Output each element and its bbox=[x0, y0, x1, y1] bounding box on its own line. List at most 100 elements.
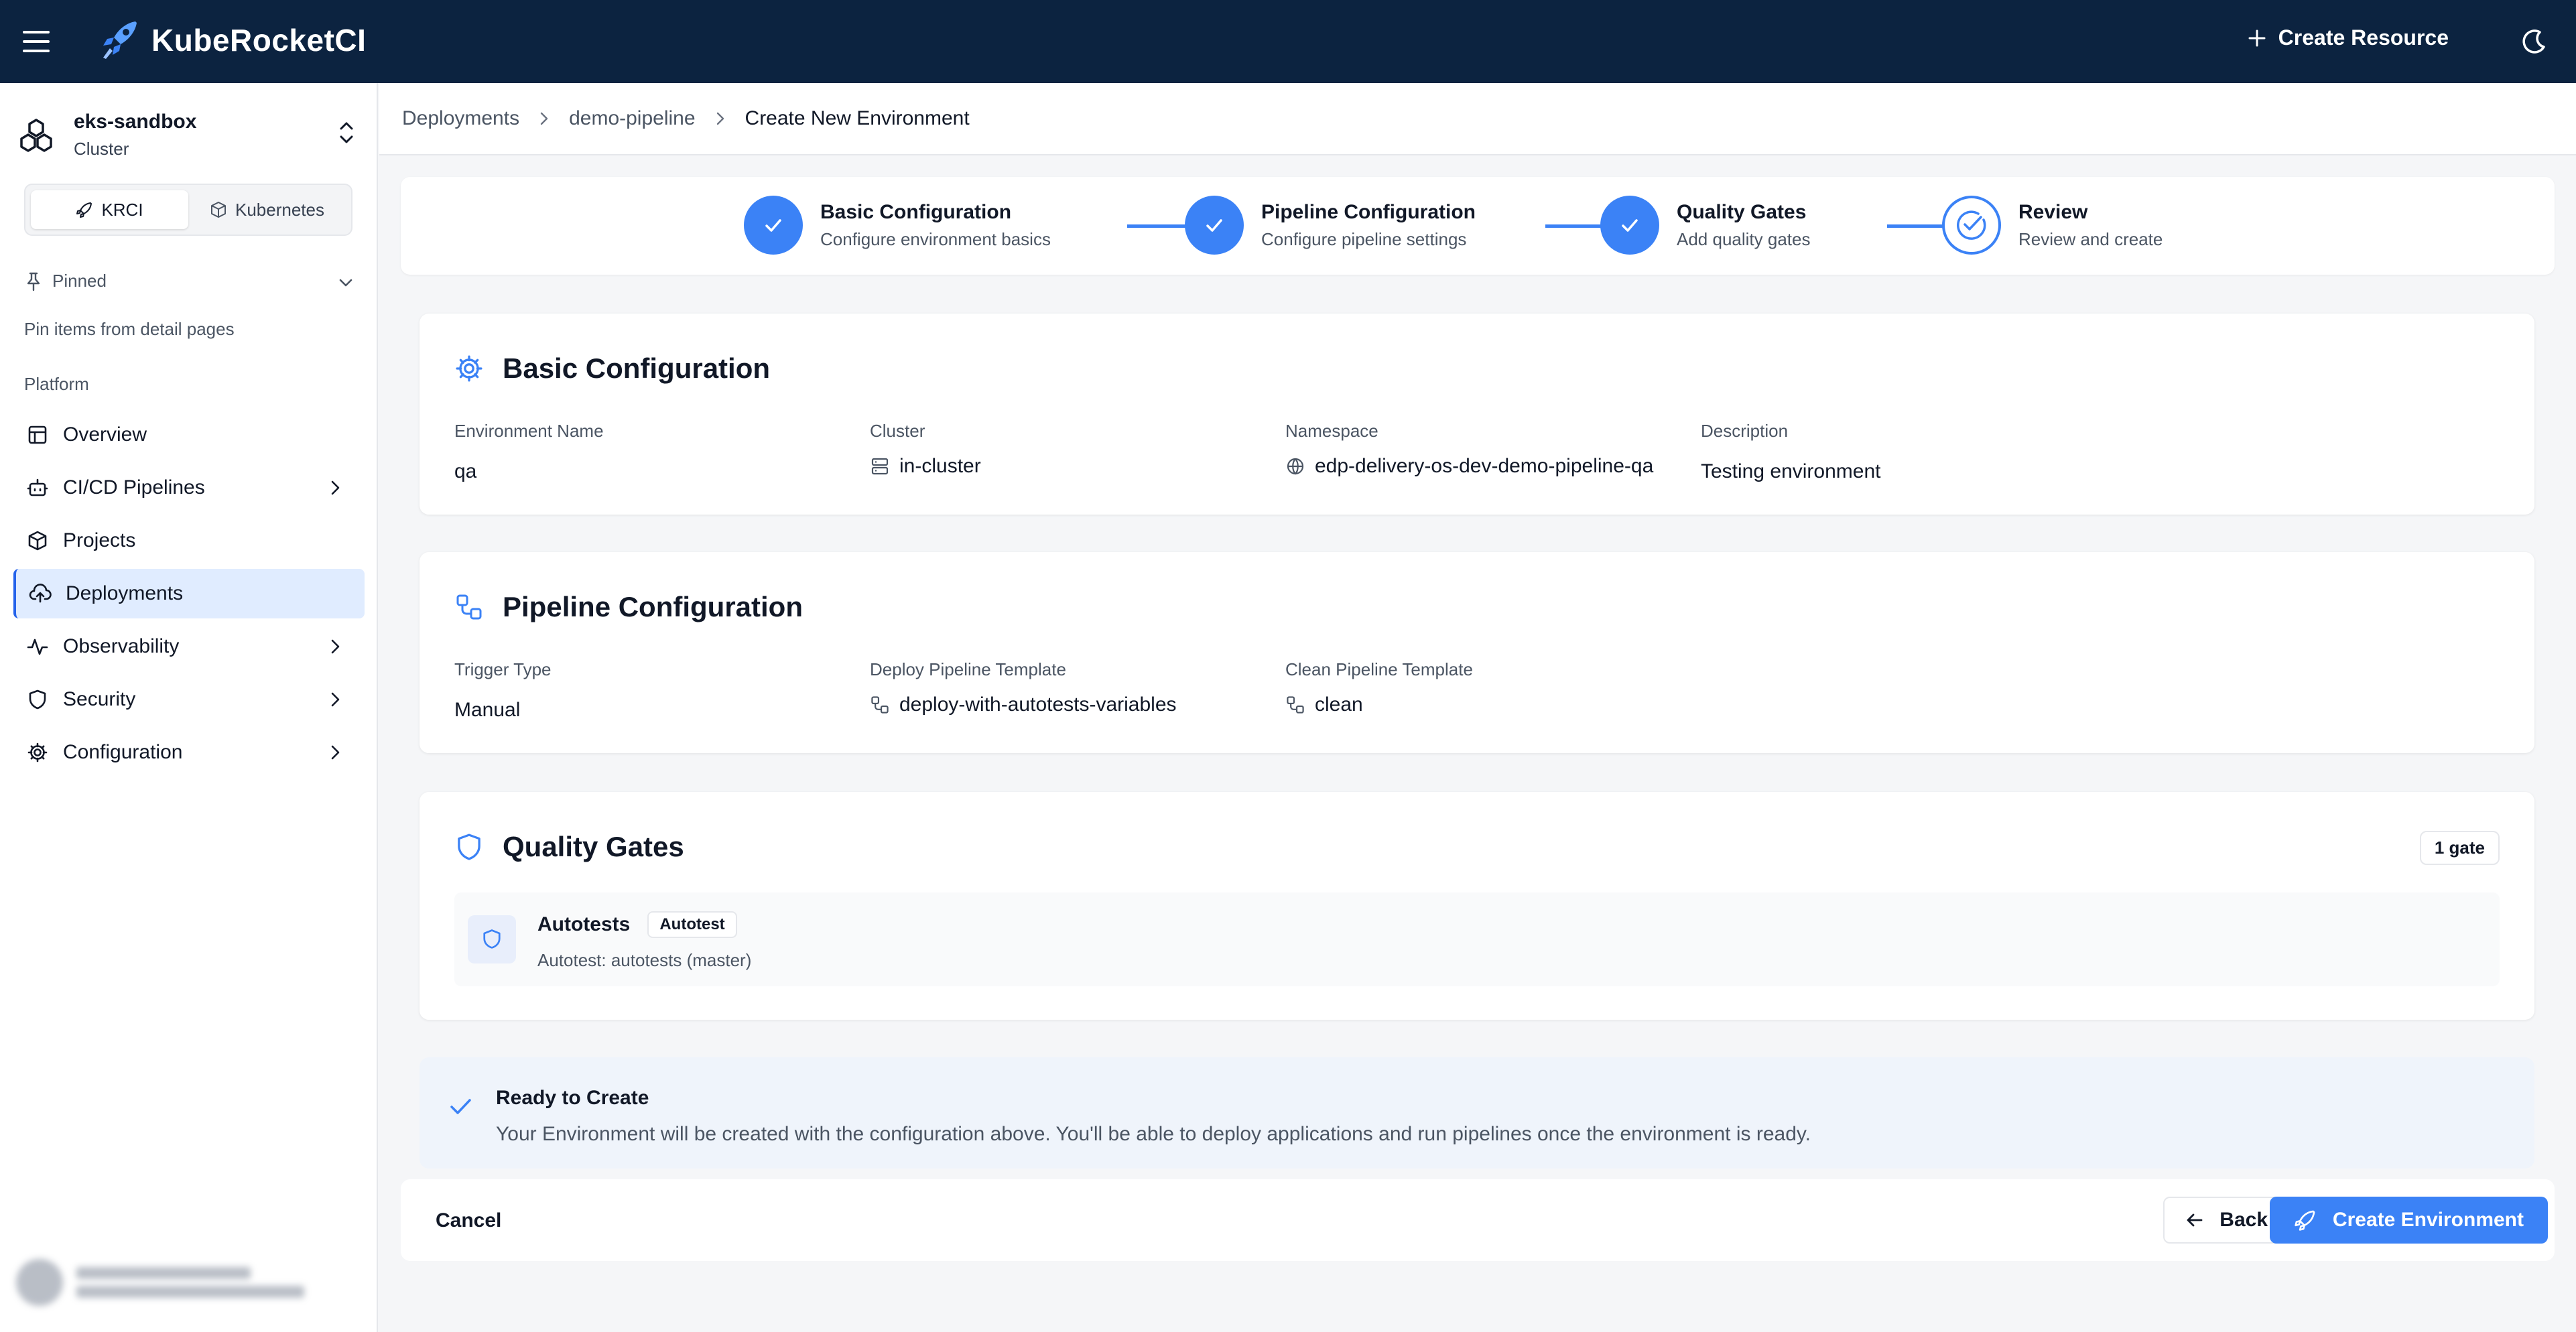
create-resource-button[interactable]: Create Resource bbox=[2248, 25, 2449, 50]
field-value: qa bbox=[454, 460, 477, 482]
step-title: Basic Configuration bbox=[820, 200, 1012, 223]
arrow-left-icon bbox=[2187, 1213, 2203, 1227]
segment-kubernetes[interactable]: Kubernetes bbox=[188, 190, 346, 229]
card-header: Pipeline Configuration bbox=[454, 591, 803, 623]
gate-subtitle: Autotest: autotests (master) bbox=[537, 950, 752, 970]
cancel-button[interactable]: Cancel bbox=[414, 1199, 523, 1242]
field-label: Environment Name bbox=[454, 421, 604, 441]
main-content: Deployments demo-pipeline Create New Env… bbox=[379, 83, 2576, 1332]
step-basic-configuration[interactable]: Basic Configuration Configure environmen… bbox=[744, 196, 1051, 255]
check-icon bbox=[1600, 196, 1659, 255]
workflow-icon bbox=[1287, 696, 1304, 714]
cluster-name: eks-sandbox bbox=[74, 110, 197, 133]
mode-switch: KRCI Kubernetes bbox=[24, 184, 352, 236]
card-header: Quality Gates bbox=[454, 831, 684, 863]
card-title: Quality Gates bbox=[503, 831, 684, 862]
field-label: Trigger Type bbox=[454, 659, 552, 679]
chevron-right-icon bbox=[331, 745, 340, 760]
menu-icon[interactable] bbox=[20, 27, 52, 56]
step-quality-gates[interactable]: Quality Gates Add quality gates bbox=[1600, 196, 1810, 255]
user-info-redacted bbox=[76, 1260, 304, 1305]
field-label: Description bbox=[1701, 421, 1789, 441]
cube-icon bbox=[211, 202, 226, 218]
chevron-right-icon bbox=[540, 112, 548, 125]
card-header: Basic Configuration bbox=[454, 352, 770, 385]
field-label: Namespace bbox=[1285, 421, 1378, 441]
pinned-toggle[interactable]: Pinned bbox=[24, 271, 355, 291]
field-namespace: Namespace edp-delivery-os-dev-demo-pipel… bbox=[1285, 421, 1653, 478]
shield-icon bbox=[458, 834, 480, 860]
check-icon bbox=[1185, 196, 1244, 255]
pinned-label: Pinned bbox=[52, 271, 107, 291]
field-value: Testing environment bbox=[1701, 460, 1881, 482]
box-icon bbox=[25, 529, 50, 553]
segment-krci[interactable]: KRCI bbox=[31, 190, 188, 229]
sidebar-item-observability[interactable]: Observability bbox=[13, 622, 365, 671]
step-desc: Add quality gates bbox=[1677, 228, 1811, 249]
cluster-icon bbox=[20, 119, 52, 152]
sidebar-item-security[interactable]: Security bbox=[13, 675, 365, 724]
sidebar-item-label: Configuration bbox=[63, 741, 183, 763]
cluster-switcher[interactable]: eks-sandbox Cluster bbox=[17, 105, 366, 165]
app-title: KubeRocketCI bbox=[151, 23, 367, 58]
chevron-down-icon bbox=[339, 279, 352, 287]
check-circle-icon bbox=[1942, 196, 2001, 255]
field-value-row: in-cluster bbox=[870, 455, 981, 478]
chevron-right-icon bbox=[331, 639, 340, 654]
sidebar-item-configuration[interactable]: Configuration bbox=[13, 728, 365, 777]
moon-icon[interactable] bbox=[2520, 27, 2549, 56]
field-clean-template: Clean Pipeline Template clean bbox=[1285, 659, 1473, 716]
pinned-hint: Pin items from detail pages bbox=[24, 319, 235, 339]
step-review[interactable]: Review Review and create bbox=[1942, 196, 2163, 255]
check-icon bbox=[744, 196, 803, 255]
sidebar-item-deployments[interactable]: Deployments bbox=[13, 569, 365, 618]
create-environment-button[interactable]: Create Environment bbox=[2269, 1197, 2548, 1244]
cloud-upload-icon bbox=[28, 582, 52, 606]
gate-count-badge: 1 gate bbox=[2419, 831, 2500, 865]
sidebar-item-overview[interactable]: Overview bbox=[13, 410, 365, 460]
pipeline-configuration-card: Pipeline Configuration Trigger Type Manu… bbox=[420, 552, 2534, 753]
segment-label: KRCI bbox=[101, 199, 143, 220]
field-description: Description Testing environment bbox=[1701, 421, 1880, 483]
shield-icon bbox=[25, 687, 50, 712]
field-value: clean bbox=[1315, 693, 1363, 716]
gear-icon bbox=[456, 355, 482, 382]
user-profile[interactable] bbox=[9, 1249, 367, 1316]
gate-title-row: Autotests Autotest bbox=[537, 911, 737, 938]
workflow-icon bbox=[871, 696, 889, 714]
field-label: Deploy Pipeline Template bbox=[870, 659, 1066, 679]
step-pipeline-configuration[interactable]: Pipeline Configuration Configure pipelin… bbox=[1185, 196, 1476, 255]
sidebar-item-label: Overview bbox=[63, 423, 147, 446]
field-value-row: edp-delivery-os-dev-demo-pipeline-qa bbox=[1285, 455, 1653, 478]
check-icon bbox=[450, 1099, 471, 1114]
step-title: Pipeline Configuration bbox=[1261, 200, 1476, 223]
bot-icon bbox=[25, 476, 50, 500]
app-logo[interactable]: KubeRocketCI bbox=[101, 19, 366, 62]
layout-icon bbox=[25, 423, 50, 447]
workflow-icon bbox=[456, 594, 482, 620]
field-value-row: deploy-with-autotests-variables bbox=[870, 693, 1177, 716]
step-desc: Configure pipeline settings bbox=[1261, 228, 1467, 249]
field-value: edp-delivery-os-dev-demo-pipeline-qa bbox=[1315, 455, 1654, 477]
card-title: Basic Configuration bbox=[503, 352, 771, 384]
sidebar-item-cicd-pipelines[interactable]: CI/CD Pipelines bbox=[13, 463, 365, 513]
rocket-icon bbox=[2295, 1210, 2315, 1231]
chevrons-up-down-icon bbox=[340, 122, 353, 143]
sidebar-item-label: Security bbox=[63, 688, 136, 710]
sidebar-item-projects[interactable]: Projects bbox=[13, 516, 365, 565]
shield-icon bbox=[468, 915, 516, 963]
field-value-row: clean bbox=[1285, 693, 1473, 716]
plus-icon bbox=[2248, 29, 2266, 46]
ready-text: Your Environment will be created with th… bbox=[496, 1123, 1811, 1145]
chevron-right-icon bbox=[331, 480, 340, 495]
breadcrumb-demo-pipeline[interactable]: demo-pipeline bbox=[569, 107, 695, 130]
list-item: Autotests Autotest Autotest: autotests (… bbox=[454, 892, 2500, 986]
gate-type-badge: Autotest bbox=[647, 911, 737, 938]
server-icon bbox=[871, 458, 889, 475]
sidebar: eks-sandbox Cluster KRCI Kubernetes Pinn… bbox=[0, 83, 378, 1332]
create-label: Create Environment bbox=[2332, 1209, 2524, 1231]
top-bar: KubeRocketCI Create Resource bbox=[0, 0, 2576, 83]
breadcrumb-deployments[interactable]: Deployments bbox=[402, 107, 519, 130]
chevron-right-icon bbox=[716, 112, 724, 125]
pin-icon bbox=[27, 272, 40, 291]
